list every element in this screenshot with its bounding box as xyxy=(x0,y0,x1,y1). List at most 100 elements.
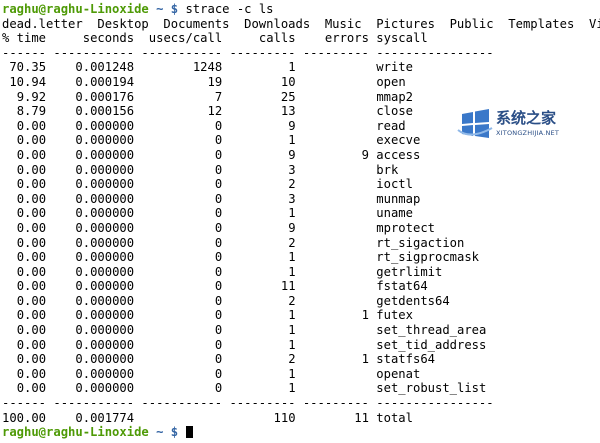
calls-cell: 110 xyxy=(273,410,296,425)
syscall-cell: fstat64 xyxy=(376,279,428,294)
table-row: 0.00 0.000000 0 2 ioctl xyxy=(2,177,600,192)
seconds-cell: 0.000000 xyxy=(75,206,135,221)
time-cell: 0.00 xyxy=(16,250,47,265)
calls-cell: 11 xyxy=(280,279,296,294)
header-time: % time xyxy=(2,31,47,46)
seconds-cell: 0.000000 xyxy=(75,337,135,352)
usecs-cell: 0 xyxy=(214,177,223,192)
prompt-line: raghu@raghu-Linoxide ~ $ strace -c ls xyxy=(2,2,600,17)
seconds-cell: 0.000000 xyxy=(75,293,135,308)
usecs-cell: 12 xyxy=(207,104,223,119)
syscall-cell: execve xyxy=(376,133,421,148)
table-row: 0.00 0.000000 0 1 1 futex xyxy=(2,308,600,323)
prompt-user-host: raghu@raghu-Linoxide xyxy=(2,2,149,16)
header-seconds: seconds xyxy=(82,31,135,46)
seconds-cell: 0.000000 xyxy=(75,264,135,279)
time-cell: 0.00 xyxy=(16,264,47,279)
table-row: 0.00 0.000000 0 2 rt_sigaction xyxy=(2,236,600,251)
syscall-cell: mprotect xyxy=(376,220,435,235)
syscall-cell: set_tid_address xyxy=(376,337,487,352)
syscall-cell: set_thread_area xyxy=(376,323,487,338)
prompt-symbol: $ xyxy=(170,425,179,440)
calls-cell: 1 xyxy=(288,366,296,381)
watermark: 系统之家 XITONGZHIJIA.NET xyxy=(456,104,586,148)
calls-cell: 1 xyxy=(288,264,296,279)
header-usecs: usecs/call xyxy=(148,31,223,46)
syscall-cell: brk xyxy=(376,162,399,177)
time-cell: 0.00 xyxy=(16,337,47,352)
time-cell: 0.00 xyxy=(16,177,47,192)
calls-cell: 1 xyxy=(288,133,296,148)
calls-cell: 1 xyxy=(288,60,296,75)
syscall-cell: munmap xyxy=(376,191,421,206)
table-separator-bottom: ------ ----------- ----------- ---------… xyxy=(2,396,494,411)
calls-cell: 3 xyxy=(288,191,296,206)
calls-cell: 9 xyxy=(288,147,296,162)
syscall-cell: rt_sigprocmask xyxy=(376,250,480,265)
time-cell: 0.00 xyxy=(16,308,47,323)
header-errors: errors xyxy=(324,31,369,46)
calls-cell: 1 xyxy=(288,308,296,323)
terminal-window[interactable]: raghu@raghu-Linoxide ~ $ strace -c ls de… xyxy=(0,0,600,443)
table-row: 0.00 0.000000 0 9 mprotect xyxy=(2,221,600,236)
syscall-cell: futex xyxy=(376,308,413,323)
calls-cell: 2 xyxy=(288,235,296,250)
usecs-cell: 0 xyxy=(214,352,223,367)
table-row: 0.00 0.000000 0 1 openat xyxy=(2,367,600,382)
usecs-cell: 0 xyxy=(214,250,223,265)
time-cell: 0.00 xyxy=(16,293,47,308)
calls-cell: 9 xyxy=(288,118,296,133)
table-row: 0.00 0.000000 0 2 getdents64 xyxy=(2,294,600,309)
usecs-cell: 0 xyxy=(214,118,223,133)
usecs-cell: 0 xyxy=(214,279,223,294)
seconds-cell: 0.000000 xyxy=(75,323,135,338)
seconds-cell: 0.000000 xyxy=(75,250,135,265)
time-cell: 0.00 xyxy=(16,323,47,338)
seconds-cell: 0.000000 xyxy=(75,381,135,396)
usecs-cell: 0 xyxy=(214,220,223,235)
calls-cell: 2 xyxy=(288,352,296,367)
calls-cell: 9 xyxy=(288,220,296,235)
seconds-cell: 0.000000 xyxy=(75,352,135,367)
time-cell: 8.79 xyxy=(16,104,47,119)
calls-cell: 13 xyxy=(280,104,296,119)
syscall-cell: getdents64 xyxy=(376,293,450,308)
time-cell: 0.00 xyxy=(16,279,47,294)
seconds-cell: 0.000000 xyxy=(75,147,135,162)
windows-flag-icon xyxy=(457,109,493,138)
table-row: 0.00 0.000000 0 1 set_robust_list xyxy=(2,381,600,396)
time-cell: 0.00 xyxy=(16,220,47,235)
table-row: 9.92 0.000176 7 25 mmap2 xyxy=(2,90,600,105)
seconds-cell: 0.001248 xyxy=(75,60,135,75)
prompt-path: ~ xyxy=(156,425,164,440)
syscall-cell: rt_sigaction xyxy=(376,235,465,250)
syscall-cell: total xyxy=(376,410,413,425)
watermark-subtitle: XITONGZHIJIA.NET xyxy=(496,129,559,137)
time-cell: 70.35 xyxy=(9,60,47,75)
calls-cell: 25 xyxy=(280,89,296,104)
syscall-cell: getrlimit xyxy=(376,264,443,279)
usecs-cell: 0 xyxy=(214,162,223,177)
calls-cell: 1 xyxy=(288,337,296,352)
calls-cell: 2 xyxy=(288,177,296,192)
errors-cell: 9 xyxy=(361,147,369,162)
table-row: 0.00 0.000000 0 1 getrlimit xyxy=(2,265,600,280)
syscall-cell: openat xyxy=(376,366,421,381)
calls-cell: 1 xyxy=(288,381,296,396)
time-cell: 0.00 xyxy=(16,381,47,396)
errors-cell: 11 xyxy=(354,410,369,425)
header-syscall: syscall xyxy=(376,31,428,46)
usecs-cell: 0 xyxy=(214,206,223,221)
calls-cell: 10 xyxy=(280,74,296,89)
syscall-cell: close xyxy=(376,104,414,119)
table-header: % time seconds usecs/call calls errors s… xyxy=(2,31,600,46)
syscall-cell: open xyxy=(376,74,406,89)
syscall-cell: ioctl xyxy=(376,177,413,192)
table-separator: ------ ----------- ----------- ---------… xyxy=(2,45,494,60)
usecs-cell: 0 xyxy=(214,293,223,308)
table-row: 0.00 0.000000 0 1 uname xyxy=(2,206,600,221)
usecs-cell: 0 xyxy=(214,323,223,338)
syscall-cell: statfs64 xyxy=(376,352,435,367)
usecs-cell: 0 xyxy=(214,264,223,279)
syscall-cell: set_robust_list xyxy=(376,381,487,396)
